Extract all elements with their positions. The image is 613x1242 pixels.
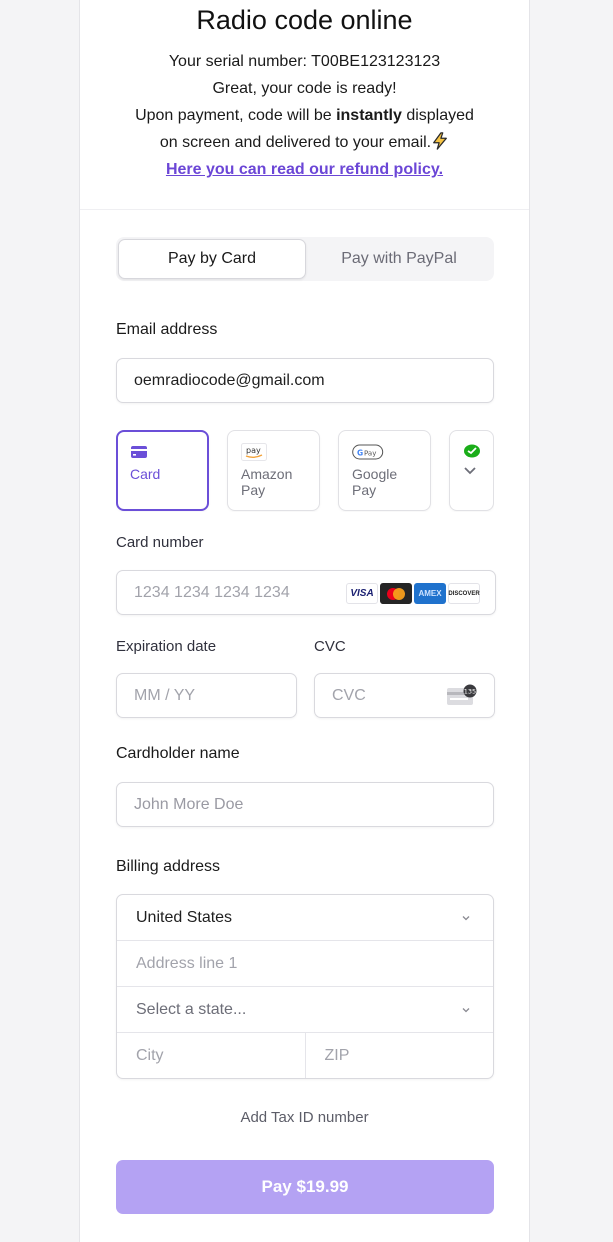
cvc-input[interactable]: CVC 135	[314, 673, 495, 718]
city-zip-row: City ZIP	[117, 1033, 494, 1078]
method-card-label: Card	[130, 466, 161, 482]
address-line1-input[interactable]: Address line 1	[117, 941, 493, 987]
card-number-input[interactable]: 1234 1234 1234 1234 VISA AMEX DISCOVER	[116, 570, 496, 615]
email-field[interactable]: oemradiocode@gmail.com	[116, 358, 494, 403]
method-more[interactable]	[449, 430, 494, 511]
method-amazon-pay-label: Amazon Pay	[241, 466, 293, 498]
city-placeholder: City	[136, 1047, 164, 1064]
state-placeholder: Select a state...	[136, 1000, 247, 1018]
serial-value: T00BE123123123	[311, 53, 441, 70]
zip-input[interactable]: ZIP	[304, 1033, 494, 1078]
amex-icon: AMEX	[414, 583, 446, 604]
card-number-label: Card number	[116, 534, 204, 551]
header: Radio code online Your serial number: T0…	[80, 0, 529, 210]
serial-label: Your serial number:	[168, 53, 312, 70]
method-amazon-pay[interactable]: pay Amazon Pay	[227, 430, 320, 511]
chevron-down-icon	[464, 467, 476, 475]
payment-text: Upon payment, code will be	[135, 107, 337, 124]
expiration-date-input[interactable]: MM / YY	[116, 673, 297, 718]
visa-icon: VISA	[346, 583, 378, 604]
cvc-label: CVC	[314, 638, 346, 655]
chevron-down-icon	[462, 1008, 470, 1013]
instantly-bold: instantly	[336, 107, 402, 124]
add-tax-id-link[interactable]: Add Tax ID number	[80, 1109, 529, 1126]
info-text: Your serial number: T00BE123123123 Great…	[80, 48, 529, 183]
billing-address-group: United States Address line 1 Select a st…	[116, 894, 494, 1079]
email-delivery-line: on screen and delivered to your email.	[80, 129, 529, 156]
page-title: Radio code online	[196, 5, 413, 35]
cardholder-placeholder: John More Doe	[134, 795, 244, 813]
payment-line: Upon payment, code will be instantly dis…	[80, 102, 529, 129]
cvc-card-icon: 135	[447, 684, 477, 705]
serial-number-line: Your serial number: T00BE123123123	[80, 48, 529, 75]
email-value: oemradiocode@gmail.com	[134, 371, 325, 389]
country-select[interactable]: United States	[117, 895, 493, 941]
email-label: Email address	[116, 321, 218, 338]
payment-method-selector: Card pay Amazon Pay G Pay Google Pay	[116, 430, 494, 512]
cvc-hint-text: 135	[464, 688, 476, 696]
method-card[interactable]: Card	[116, 430, 209, 511]
country-value: United States	[136, 908, 233, 926]
google-pay-icon: G Pay	[352, 444, 384, 460]
discover-icon: DISCOVER	[448, 583, 480, 604]
ready-line: Great, your code is ready!	[212, 80, 397, 97]
zip-placeholder: ZIP	[324, 1047, 350, 1064]
amazon-pay-icon: pay	[241, 443, 267, 461]
chevron-down-icon	[462, 916, 470, 921]
svg-text:G: G	[357, 449, 363, 458]
delivery-text: on screen and delivered to your email.	[159, 134, 432, 151]
method-google-pay[interactable]: G Pay Google Pay	[338, 430, 431, 511]
card-number-placeholder: 1234 1234 1234 1234	[134, 583, 290, 601]
credit-card-icon	[131, 446, 147, 458]
wechat-pay-icon	[464, 444, 480, 458]
state-select[interactable]: Select a state...	[117, 987, 493, 1033]
svg-text:pay: pay	[246, 446, 261, 455]
billing-address-label: Billing address	[116, 858, 221, 875]
expiration-date-label: Expiration date	[116, 638, 217, 655]
payment-tabs: Pay by Card Pay with PayPal	[116, 237, 494, 281]
cardholder-name-input[interactable]: John More Doe	[116, 782, 494, 827]
expiry-placeholder: MM / YY	[134, 686, 196, 704]
method-google-pay-label: Google Pay	[352, 466, 398, 498]
lightning-bolt-icon	[433, 132, 448, 150]
refund-policy-link[interactable]: Here you can read our refund policy.	[166, 156, 443, 183]
mastercard-icon	[380, 583, 412, 604]
tab-pay-by-card[interactable]: Pay by Card	[118, 239, 306, 279]
pay-button[interactable]: Pay $19.99	[116, 1160, 494, 1214]
checkout-panel: Radio code online Your serial number: T0…	[79, 0, 530, 1242]
city-input[interactable]: City	[117, 1033, 305, 1078]
cardholder-name-label: Cardholder name	[116, 745, 240, 762]
card-brands: VISA AMEX DISCOVER	[346, 583, 480, 604]
cvc-placeholder: CVC	[332, 686, 366, 704]
payment-text-after: displayed	[401, 107, 474, 124]
svg-text:Pay: Pay	[364, 450, 376, 458]
tab-pay-with-paypal[interactable]: Pay with PayPal	[306, 239, 492, 279]
address-placeholder: Address line 1	[136, 954, 238, 972]
